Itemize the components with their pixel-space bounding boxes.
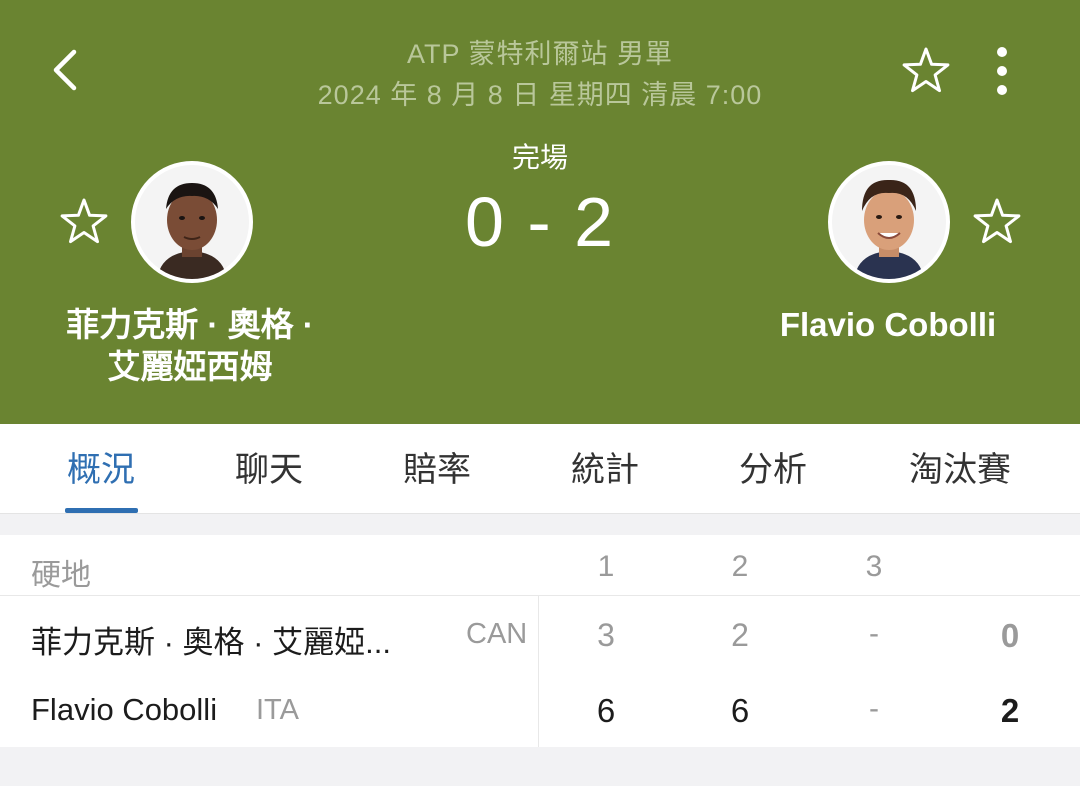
match-status: 完場 xyxy=(511,142,568,173)
row-total-sets: 0 xyxy=(1000,617,1020,654)
row-set-score: - xyxy=(869,617,879,650)
player2-avatar[interactable] xyxy=(828,161,950,283)
row-player-name: 菲力克斯 · 奧格 · 艾麗婭... xyxy=(31,625,391,660)
active-tab-indicator xyxy=(65,508,138,513)
tab-bar: 概況 聊天 賠率 統計 分析 淘汰賽 xyxy=(0,424,1080,514)
row-set-score: 3 xyxy=(597,617,615,653)
favorite-player1-button[interactable] xyxy=(56,195,112,251)
favorite-match-button[interactable] xyxy=(898,44,954,100)
event-title: ATP 蒙特利爾站 男單 xyxy=(406,39,674,69)
court-surface: 硬地 xyxy=(31,559,91,592)
tab-knockout[interactable]: 淘汰賽 xyxy=(890,424,1030,514)
tab-odds[interactable]: 賠率 xyxy=(376,424,498,514)
player1-name: 菲力克斯 · 奧格 · 艾麗婭西姆 xyxy=(40,304,340,388)
tab-chat[interactable]: 聊天 xyxy=(208,424,330,514)
more-options-button[interactable] xyxy=(980,44,1024,100)
player1-name-line2: 艾麗婭西姆 xyxy=(107,348,273,385)
row-set-score: 6 xyxy=(730,692,750,729)
row-total-sets: 2 xyxy=(1000,692,1020,729)
chevron-left-icon xyxy=(53,49,77,91)
set-header-3: 3 xyxy=(865,550,883,583)
scorecard-divider xyxy=(0,595,1080,596)
row-set-score: 6 xyxy=(596,692,616,729)
favorite-player2-button[interactable] xyxy=(969,195,1025,251)
star-outline-icon xyxy=(902,47,950,93)
event-date: 2024 年 8 月 8 日 星期四 清晨 7:00 xyxy=(317,80,763,110)
match-score: 0 - 2 xyxy=(464,183,616,261)
row-set-score: - xyxy=(869,692,879,725)
player2-name: Flavio Cobolli xyxy=(779,306,997,343)
scorecard-column-divider xyxy=(538,596,539,747)
player1-name-line1: 菲力克斯 · 奧格 · xyxy=(66,306,314,343)
row-set-score: 2 xyxy=(731,617,749,653)
player1-avatar[interactable] xyxy=(131,161,253,283)
more-vertical-icon xyxy=(997,47,1007,95)
back-button[interactable] xyxy=(38,38,98,102)
star-outline-icon xyxy=(60,198,108,244)
tab-analysis[interactable]: 分析 xyxy=(712,424,834,514)
row-player-name: Flavio Cobolli xyxy=(31,692,218,727)
match-header: ATP 蒙特利爾站 男單 2024 年 8 月 8 日 星期四 清晨 7:00 … xyxy=(0,0,1080,424)
row-player-country: ITA xyxy=(256,694,299,726)
star-outline-icon xyxy=(973,198,1021,244)
tab-stats[interactable]: 統計 xyxy=(544,424,666,514)
set-header-1: 1 xyxy=(597,550,615,583)
row-player-country: CAN xyxy=(466,618,528,650)
tab-overview[interactable]: 概況 xyxy=(40,424,162,514)
set-header-2: 2 xyxy=(731,550,749,583)
